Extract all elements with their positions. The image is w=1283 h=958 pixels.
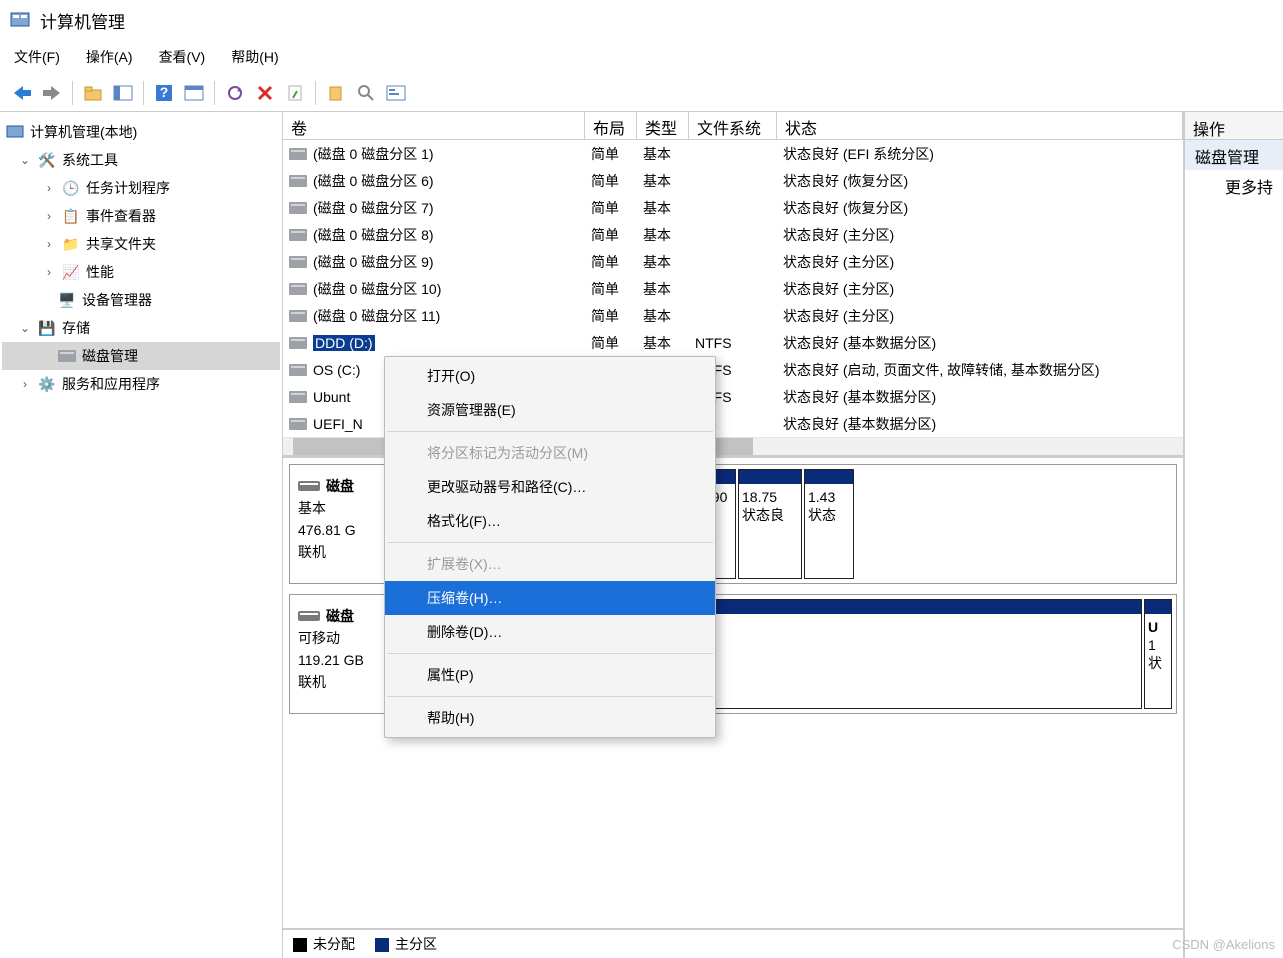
disk-icon	[298, 481, 320, 491]
volume-icon	[289, 229, 307, 241]
back-button[interactable]	[8, 79, 36, 107]
action-more[interactable]: 更多持	[1185, 170, 1283, 200]
tree-pane[interactable]: 计算机管理(本地) ⌄ 🛠️ 系统工具 › 🕒 任务计划程序 › 📋 事件查看器…	[0, 112, 283, 958]
svg-text:?: ?	[160, 84, 169, 100]
actions-pane: 操作 磁盘管理 更多持	[1185, 112, 1283, 958]
chevron-right-icon[interactable]: ›	[18, 377, 32, 391]
cm-format[interactable]: 格式化(F)…	[385, 504, 715, 538]
tree-share[interactable]: › 📁 共享文件夹	[2, 230, 280, 258]
tree-task[interactable]: › 🕒 任务计划程序	[2, 174, 280, 202]
cm-properties[interactable]: 属性(P)	[385, 658, 715, 692]
forward-button[interactable]	[38, 79, 66, 107]
folder-share-icon: 📁	[62, 235, 80, 253]
cm-help[interactable]: 帮助(H)	[385, 701, 715, 735]
volume-row[interactable]: (磁盘 0 磁盘分区 10)简单基本状态良好 (主分区)	[283, 275, 1183, 302]
window-title: 计算机管理	[40, 8, 125, 33]
tree-devmgr[interactable]: 🖥️ 设备管理器	[2, 286, 280, 314]
storage-icon: 💾	[38, 319, 56, 337]
volume-row[interactable]: (磁盘 0 磁盘分区 7)简单基本状态良好 (恢复分区)	[283, 194, 1183, 221]
perf-icon: 📈	[62, 263, 80, 281]
volume-icon	[289, 148, 307, 160]
col-layout[interactable]: 布局	[585, 112, 637, 139]
tree-systools[interactable]: ⌄ 🛠️ 系统工具	[2, 146, 280, 174]
up-button[interactable]	[79, 79, 107, 107]
volume-icon	[289, 310, 307, 322]
volume-icon	[289, 202, 307, 214]
menu-file[interactable]: 文件(F)	[14, 47, 60, 67]
volume-icon	[289, 391, 307, 403]
menu-action[interactable]: 操作(A)	[86, 47, 133, 67]
chevron-right-icon[interactable]: ›	[42, 209, 56, 223]
tree-event[interactable]: › 📋 事件查看器	[2, 202, 280, 230]
volume-list-header: 卷 布局 类型 文件系统 状态	[283, 112, 1183, 140]
chevron-right-icon[interactable]: ›	[42, 237, 56, 251]
show-hide-tree-button[interactable]	[109, 79, 137, 107]
tree-perf[interactable]: › 📈 性能	[2, 258, 280, 286]
volume-icon	[289, 175, 307, 187]
chevron-down-icon[interactable]: ⌄	[18, 321, 32, 335]
services-icon: ⚙️	[38, 375, 56, 393]
tree-services[interactable]: › ⚙️ 服务和应用程序	[2, 370, 280, 398]
refresh-icon[interactable]	[221, 79, 249, 107]
col-type[interactable]: 类型	[637, 112, 689, 139]
tree-diskmgmt[interactable]: 磁盘管理	[2, 342, 280, 370]
volume-row[interactable]: (磁盘 0 磁盘分区 11)简单基本状态良好 (主分区)	[283, 302, 1183, 329]
volume-row[interactable]: (磁盘 0 磁盘分区 8)简单基本状态良好 (主分区)	[283, 221, 1183, 248]
toolbar: ?	[0, 74, 1283, 112]
disk-icon	[58, 347, 76, 365]
chevron-down-icon[interactable]: ⌄	[18, 153, 32, 167]
volume-icon	[289, 256, 307, 268]
context-menu: 打开(O) 资源管理器(E) 将分区标记为活动分区(M) 更改驱动器号和路径(C…	[384, 356, 716, 738]
properties-icon[interactable]	[281, 79, 309, 107]
new-icon[interactable]	[322, 79, 350, 107]
volume-icon	[289, 283, 307, 295]
titlebar: 计算机管理	[0, 0, 1283, 40]
cm-mark-active: 将分区标记为活动分区(M)	[385, 436, 715, 470]
watermark: CSDN @Akelions	[1172, 937, 1275, 952]
volume-row[interactable]: DDD (D:)简单基本NTFS状态良好 (基本数据分区)	[283, 329, 1183, 356]
col-status[interactable]: 状态	[777, 112, 1183, 139]
menu-help[interactable]: 帮助(H)	[231, 47, 278, 67]
help-icon[interactable]: ?	[150, 79, 178, 107]
tools-icon: 🛠️	[38, 151, 56, 169]
app-icon	[10, 10, 30, 30]
chevron-right-icon[interactable]: ›	[42, 265, 56, 279]
computer-icon	[6, 123, 24, 141]
legend-primary: 主分区	[375, 934, 437, 954]
col-fs[interactable]: 文件系统	[689, 112, 777, 139]
chevron-right-icon[interactable]: ›	[42, 181, 56, 195]
options-icon[interactable]	[382, 79, 410, 107]
tree-storage[interactable]: ⌄ 💾 存储	[2, 314, 280, 342]
partition[interactable]: U 1 状	[1144, 599, 1172, 709]
cm-change-letter[interactable]: 更改驱动器号和路径(C)…	[385, 470, 715, 504]
menubar: 文件(F) 操作(A) 查看(V) 帮助(H)	[0, 40, 1283, 74]
volume-row[interactable]: (磁盘 0 磁盘分区 9)简单基本状态良好 (主分区)	[283, 248, 1183, 275]
cm-extend: 扩展卷(X)…	[385, 547, 715, 581]
settings-icon[interactable]	[352, 79, 380, 107]
clock-icon: 🕒	[62, 179, 80, 197]
partition[interactable]: 18.75状态良	[738, 469, 802, 579]
view-list-button[interactable]	[180, 79, 208, 107]
delete-icon[interactable]	[251, 79, 279, 107]
cm-open[interactable]: 打开(O)	[385, 359, 715, 393]
menu-view[interactable]: 查看(V)	[159, 47, 206, 67]
actions-header: 操作	[1185, 112, 1283, 140]
volume-icon	[289, 364, 307, 376]
partition[interactable]: 1.43状态	[804, 469, 854, 579]
tree-root[interactable]: 计算机管理(本地)	[2, 118, 280, 146]
volume-icon	[289, 418, 307, 430]
event-icon: 📋	[62, 207, 80, 225]
cm-shrink[interactable]: 压缩卷(H)…	[385, 581, 715, 615]
volume-row[interactable]: (磁盘 0 磁盘分区 6)简单基本状态良好 (恢复分区)	[283, 167, 1183, 194]
legend-unallocated: 未分配	[293, 934, 355, 954]
action-diskmgmt[interactable]: 磁盘管理	[1185, 140, 1283, 170]
legend: 未分配 主分区	[283, 928, 1183, 958]
disk-icon	[298, 611, 320, 621]
volume-icon	[289, 337, 307, 349]
volume-row[interactable]: (磁盘 0 磁盘分区 1)简单基本状态良好 (EFI 系统分区)	[283, 140, 1183, 167]
cm-explorer[interactable]: 资源管理器(E)	[385, 393, 715, 427]
device-icon: 🖥️	[58, 291, 76, 309]
cm-delete[interactable]: 删除卷(D)…	[385, 615, 715, 649]
col-volume[interactable]: 卷	[283, 112, 585, 139]
